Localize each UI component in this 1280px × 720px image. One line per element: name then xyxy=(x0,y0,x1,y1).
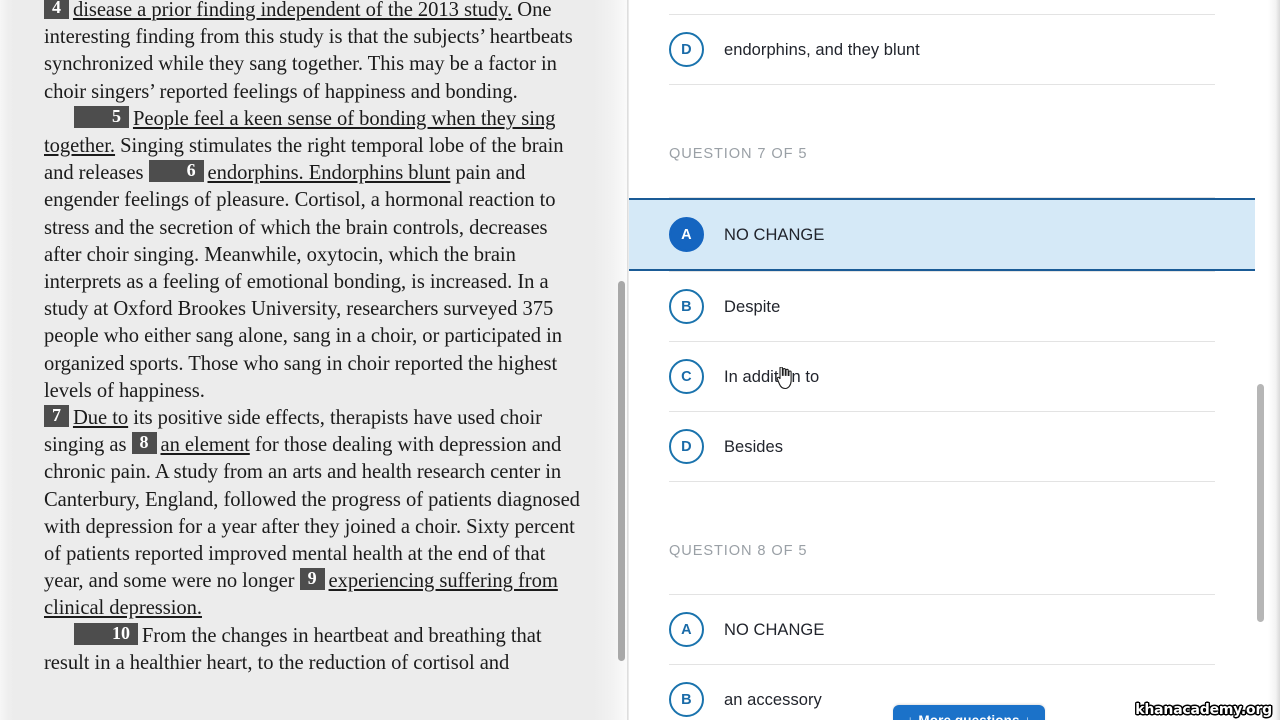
choice-label: Besides xyxy=(724,437,784,456)
answer-choice[interactable]: C In addition to xyxy=(629,342,1255,411)
passage-question-marker: 9 xyxy=(299,568,325,591)
page-scrollbar-thumb[interactable] xyxy=(1257,384,1264,622)
question-pane: Dendorphins, and they blunt QUESTION 7 OF… xyxy=(629,0,1280,720)
choice-letter-bubble[interactable]: A xyxy=(669,217,704,252)
question-scroll-area: Dendorphins, and they blunt QUESTION 7 OF… xyxy=(629,0,1280,720)
page-scrollbar[interactable] xyxy=(1255,0,1266,720)
question-label-gap xyxy=(629,163,1255,197)
choice-letter-bubble[interactable]: D xyxy=(669,32,704,67)
window-right-edge xyxy=(1268,0,1280,720)
choice-letter-bubble[interactable]: B xyxy=(669,289,704,324)
passage-run: pain and engender feelings of pleasure. … xyxy=(44,162,563,402)
passage-question-marker: 4 xyxy=(44,0,69,19)
choice-label: an accessory xyxy=(724,690,822,709)
answer-choice[interactable]: A NO CHANGE xyxy=(629,595,1255,664)
choice-label: NO CHANGE xyxy=(724,620,825,639)
answer-choice[interactable]: Dendorphins, and they blunt xyxy=(629,15,1255,84)
passage-question-marker: 6 xyxy=(148,160,204,183)
passage-paragraph: 10 From the changes in heartbeat and brea… xyxy=(44,622,584,677)
choice-letter-bubble[interactable]: B xyxy=(669,682,704,717)
question-counter-label: QUESTION 8 OF 5 xyxy=(669,543,808,559)
watermark: khanacademy.org xyxy=(1135,702,1272,718)
arrow-down-icon-right: ↓ xyxy=(1024,713,1031,720)
answer-choice-selected[interactable]: A NO CHANGE xyxy=(629,198,1255,271)
answer-choice[interactable]: D Besides xyxy=(629,412,1255,481)
passage-question-marker: 8 xyxy=(131,432,157,455)
more-questions-label: More questions xyxy=(918,712,1020,720)
choice-letter-bubble[interactable]: C xyxy=(669,359,704,394)
question-counter-label: QUESTION 7 OF 5 xyxy=(669,146,808,162)
question-label-gap xyxy=(629,560,1255,594)
passage-paragraph: 4 disease a prior finding independent of … xyxy=(44,0,584,106)
question-block-gap xyxy=(629,85,1255,145)
passage-underlined-segment: disease a prior finding independent of t… xyxy=(72,0,513,21)
passage-paragraph: 5 People feel a keen sense of bonding whe… xyxy=(44,105,584,405)
passage-underlined-segment: an element xyxy=(160,434,250,457)
passage-question-marker: 7 xyxy=(44,405,69,428)
choice-letter-bubble[interactable]: A xyxy=(669,612,704,647)
passage-question-marker: 5 xyxy=(74,105,129,128)
arrow-down-icon-left: ↓ xyxy=(907,713,914,720)
passage-pane: 4 disease a prior finding independent of … xyxy=(0,0,628,720)
question-list: Dendorphins, and they blunt QUESTION 7 OF… xyxy=(629,0,1255,720)
choice-letter-bubble[interactable]: D xyxy=(669,429,704,464)
passage-left-edge-shadow xyxy=(0,0,14,720)
passage-scrollbar[interactable] xyxy=(616,0,627,720)
more-questions-button[interactable]: ↓ More questions ↓ xyxy=(893,705,1045,720)
passage-underlined-segment: endorphins. Endorphins blunt xyxy=(207,162,451,185)
passage-text: 4 disease a prior finding independent of … xyxy=(44,0,584,677)
choice-label: NO CHANGE xyxy=(724,225,825,244)
passage-paragraph: 7 Due to its positive side effects, thera… xyxy=(44,405,584,623)
passage-underlined-segment: Due to xyxy=(72,407,129,430)
choice-label: Despite xyxy=(724,297,781,316)
top-spacer xyxy=(629,0,1255,14)
choice-label: In addition to xyxy=(724,367,820,386)
passage-scrollbar-thumb[interactable] xyxy=(618,281,625,661)
question-block-gap xyxy=(629,482,1255,542)
passage-question-marker: 10 xyxy=(74,622,138,645)
choice-label: endorphins, and they blunt xyxy=(724,40,920,59)
answer-choice[interactable]: B Despite xyxy=(629,272,1255,341)
